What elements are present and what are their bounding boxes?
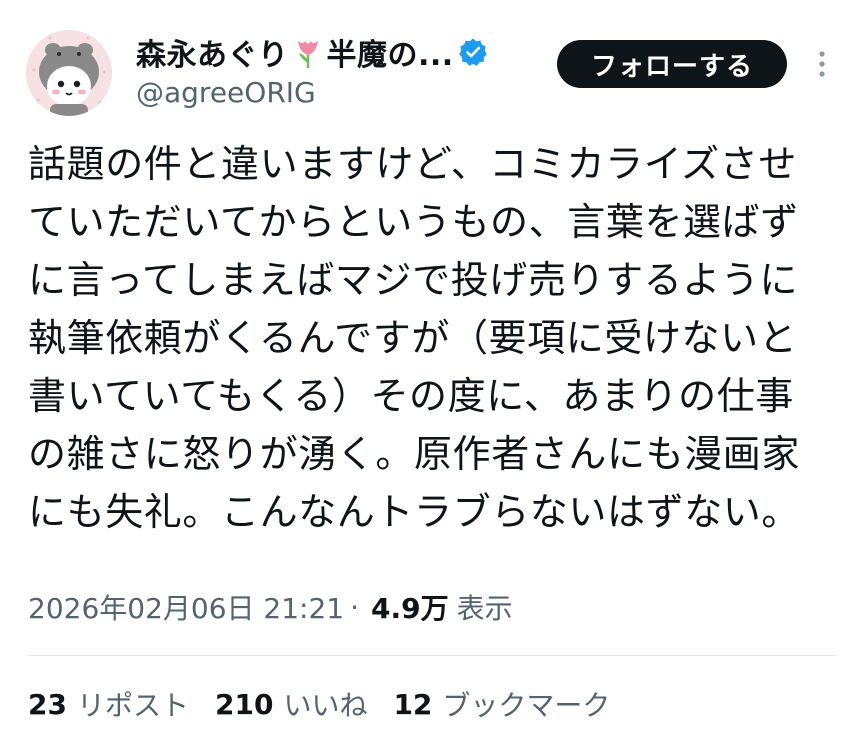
tweet: 森永あぐり 半魔の... @agreeORIG フォローする 話題の件と違います…: [0, 0, 864, 742]
divider: [28, 655, 836, 656]
like-label: いいね: [283, 689, 368, 722]
tweet-text: 話題の件と違いますけど、コミカライズさせ ていただいてからというもの、言葉を選ば…: [28, 135, 836, 541]
tweet-text-line: にも失礼。こんなんトラブらないはずない。: [28, 490, 801, 534]
author-handle[interactable]: @agreeORIG: [136, 76, 316, 109]
repost-count: 23: [28, 687, 67, 721]
tweet-text-line: に言ってしまえばマジで投げ売りするように: [28, 258, 799, 302]
avatar-image: [26, 30, 112, 116]
tweet-meta: 2026年02月06日 21:21 · 4.9万 表示: [28, 585, 513, 629]
tweet-text-line: 話題の件と違いますけど、コミカライズさせ: [28, 142, 797, 186]
tulip-icon: [291, 35, 325, 69]
author-name-row[interactable]: 森永あぐり 半魔の...: [136, 30, 488, 74]
tweet-text-line: ていただいてからというもの、言葉を選ばず: [28, 200, 799, 244]
avatar[interactable]: [26, 30, 112, 116]
display-name-suffix[interactable]: 半魔の...: [327, 30, 454, 74]
more-vertical-icon[interactable]: [810, 46, 834, 82]
meta-separator: ·: [350, 590, 360, 624]
bookmark-count: 12: [393, 687, 433, 721]
verified-badge-icon: [458, 37, 488, 67]
repost-label: リポスト: [76, 689, 189, 722]
follow-button[interactable]: フォローする: [557, 40, 787, 88]
stat-bookmarks[interactable]: 12 ブックマーク: [393, 684, 610, 724]
tweet-text-line: 執筆依頼がくるんですが（要項に受けないと: [28, 316, 798, 360]
stat-likes[interactable]: 210 いいね: [215, 684, 367, 724]
tweet-text-line: 書いていてもくる）その度に、あまりの仕事: [28, 374, 794, 418]
like-count: 210: [214, 687, 274, 721]
tweet-timestamp[interactable]: 2026年02月06日 21:21: [28, 587, 344, 627]
bookmark-label: ブックマーク: [442, 689, 611, 722]
views-label: 表示: [456, 592, 513, 625]
display-name[interactable]: 森永あぐり: [136, 30, 289, 74]
views-count: 4.9万: [371, 592, 449, 625]
tweet-text-line: の雑さに怒りが湧く。原作者さんにも漫画家: [28, 432, 801, 476]
engagement-stats: 23 リポスト 210 いいね 12 ブックマーク: [28, 683, 636, 725]
stat-reposts[interactable]: 23 リポスト: [28, 684, 189, 724]
